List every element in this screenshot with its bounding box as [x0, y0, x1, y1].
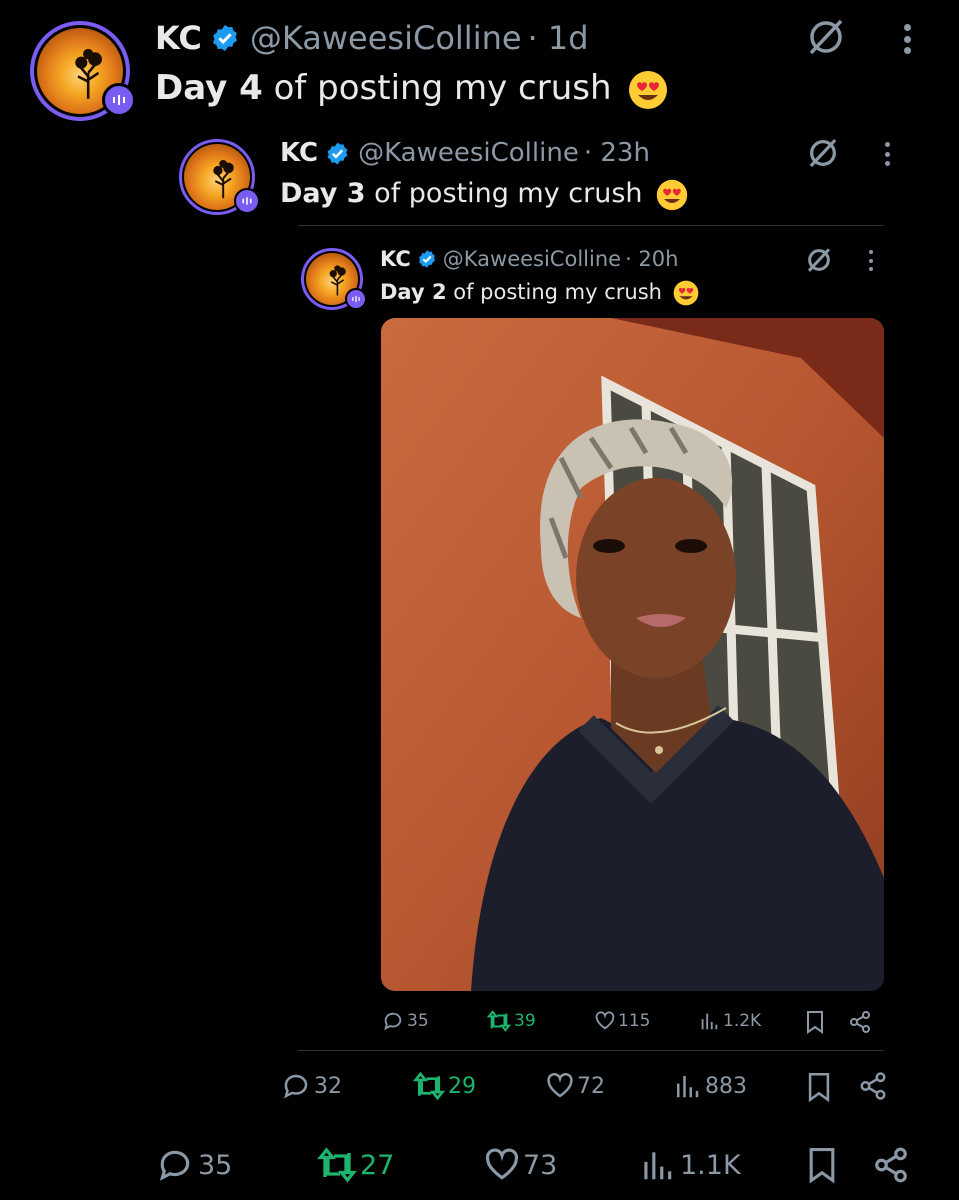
- heart-eyes-emoji-icon: [673, 280, 699, 306]
- views-count: 1.1K: [680, 1149, 741, 1181]
- avatar-image: [329, 265, 346, 296]
- tweet-text-rest: of posting my crush: [446, 280, 662, 304]
- reply-button[interactable]: 35: [156, 1146, 232, 1184]
- more-options-icon[interactable]: [904, 24, 912, 54]
- avatar[interactable]: [179, 139, 260, 215]
- tweet-header: KC @KaweesiColline · 20h: [380, 245, 678, 273]
- verified-icon: [212, 24, 237, 52]
- like-count: 72: [577, 1073, 605, 1099]
- retweet-icon: [486, 1010, 512, 1032]
- tweet-text: Day 3 of posting my crush: [280, 176, 688, 212]
- user-handle[interactable]: @KaweesiColline: [358, 138, 579, 168]
- heart-icon: [485, 1148, 519, 1180]
- reply-count: 35: [198, 1149, 233, 1181]
- timestamp[interactable]: · 20h: [625, 247, 678, 271]
- like-count: 73: [523, 1149, 558, 1181]
- display-name[interactable]: KC: [380, 247, 411, 271]
- views-count: 883: [705, 1073, 747, 1099]
- tweet-text-bold: Day 4: [155, 68, 263, 108]
- reply-count: 32: [314, 1073, 342, 1099]
- display-name[interactable]: KC: [155, 19, 202, 57]
- tweet-text-rest: of posting my crush: [262, 68, 612, 108]
- bookmark-icon[interactable]: [804, 1010, 826, 1034]
- tweet-text-bold: Day 2: [380, 280, 447, 304]
- timestamp[interactable]: · 1d: [528, 19, 589, 57]
- share-icon[interactable]: [848, 1010, 872, 1034]
- retweet-button[interactable]: 39: [486, 1010, 536, 1032]
- like-button[interactable]: 115: [594, 1010, 650, 1032]
- views-button[interactable]: 1.2K: [698, 1010, 761, 1032]
- user-handle[interactable]: @KaweesiColline: [443, 247, 621, 271]
- retweet-count: 39: [514, 1011, 536, 1031]
- reply-icon: [284, 1074, 308, 1099]
- retweet-button[interactable]: 27: [316, 1146, 394, 1184]
- tweet-text: Day 2 of posting my crush: [380, 278, 699, 306]
- spaces-badge-icon: [345, 288, 367, 310]
- tweet-photo[interactable]: [381, 318, 884, 991]
- grok-icon[interactable]: [806, 136, 840, 170]
- divider: [298, 225, 884, 226]
- divider: [298, 1050, 884, 1051]
- tweet-header: KC @KaweesiColline · 1d: [155, 18, 589, 58]
- tweet-day-4: KC @KaweesiColline · 1d Day 4 of posting…: [0, 0, 959, 140]
- bookmark-icon[interactable]: [805, 1071, 833, 1103]
- avatar-image: [75, 49, 103, 99]
- retweet-count: 29: [448, 1073, 476, 1099]
- avatar[interactable]: [301, 248, 367, 310]
- photo-of-person: [381, 318, 884, 991]
- more-options-icon[interactable]: [885, 142, 891, 166]
- heart-eyes-emoji-icon: [656, 179, 688, 210]
- tweet-header: KC @KaweesiColline · 23h: [280, 136, 650, 170]
- grok-icon[interactable]: [805, 16, 847, 58]
- retweet-count: 27: [360, 1149, 395, 1181]
- reply-button[interactable]: 35: [382, 1010, 429, 1032]
- views-button[interactable]: 883: [672, 1071, 747, 1101]
- retweet-button[interactable]: 29: [412, 1071, 476, 1101]
- views-count: 1.2K: [723, 1011, 762, 1031]
- spaces-badge-icon: [234, 188, 260, 214]
- tweet-day-2: KC @KaweesiColline · 20h Day 2 of postin…: [0, 240, 959, 320]
- reply-icon: [159, 1150, 190, 1181]
- heart-icon: [547, 1072, 573, 1098]
- views-icon: [677, 1076, 699, 1098]
- share-icon[interactable]: [858, 1071, 888, 1101]
- views-button[interactable]: 1.1K: [638, 1146, 741, 1184]
- heart-eyes-emoji-icon: [629, 70, 668, 109]
- display-name[interactable]: KC: [280, 138, 318, 168]
- timestamp[interactable]: · 23h: [584, 138, 650, 168]
- like-count: 115: [618, 1011, 651, 1031]
- more-options-icon[interactable]: [869, 250, 874, 271]
- tweet-day-3: KC @KaweesiColline · 23h Day 3 of postin…: [0, 130, 959, 230]
- grok-icon[interactable]: [805, 246, 833, 274]
- verified-icon: [418, 250, 435, 268]
- like-button[interactable]: 73: [483, 1146, 557, 1184]
- views-icon: [644, 1152, 672, 1180]
- tweet-text-rest: of posting my crush: [365, 178, 643, 209]
- retweet-icon: [317, 1147, 357, 1183]
- reply-button[interactable]: 32: [281, 1071, 342, 1101]
- avatar[interactable]: [30, 21, 136, 121]
- reply-icon: [384, 1012, 402, 1031]
- verified-icon: [327, 142, 348, 164]
- like-button[interactable]: 72: [545, 1071, 605, 1101]
- tweet-text-bold: Day 3: [280, 178, 366, 209]
- avatar-image: [213, 160, 235, 199]
- views-icon: [701, 1013, 718, 1030]
- bookmark-icon[interactable]: [805, 1146, 839, 1184]
- share-icon[interactable]: [872, 1146, 910, 1184]
- tweet-text: Day 4 of posting my crush: [155, 66, 668, 110]
- reply-count: 35: [407, 1011, 429, 1031]
- retweet-icon: [412, 1071, 446, 1101]
- spaces-badge-icon: [102, 83, 136, 117]
- user-handle[interactable]: @KaweesiColline: [250, 19, 522, 57]
- heart-icon: [595, 1011, 615, 1030]
